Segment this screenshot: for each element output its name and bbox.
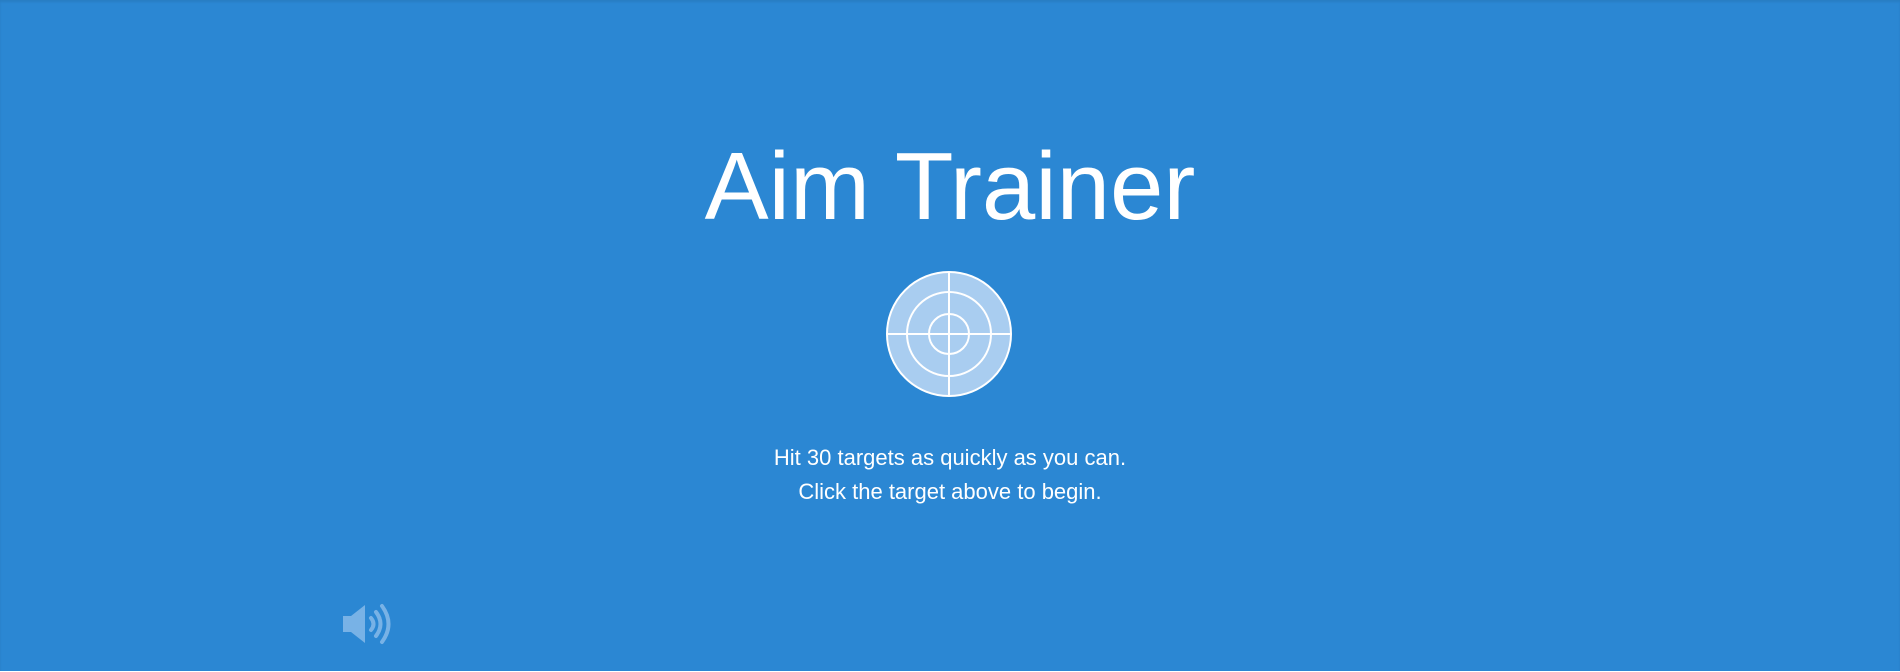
aim-trainer-banner: Aim Trainer Hit 30 targets as quickly as…: [0, 0, 1900, 671]
speaker-volume-icon[interactable]: [341, 602, 395, 646]
page-title: Aim Trainer: [704, 133, 1196, 240]
instruction-line: Hit 30 targets as quickly as you can.: [773, 445, 1127, 470]
instructions: Hit 30 targets as quickly as you can. Cl…: [0, 441, 1900, 509]
page: Aim Trainer Hit 30 targets as quickly as…: [0, 0, 1900, 672]
start-target-icon[interactable]: [885, 270, 1013, 398]
instruction-line: Click the target above to begin.: [798, 479, 1102, 504]
